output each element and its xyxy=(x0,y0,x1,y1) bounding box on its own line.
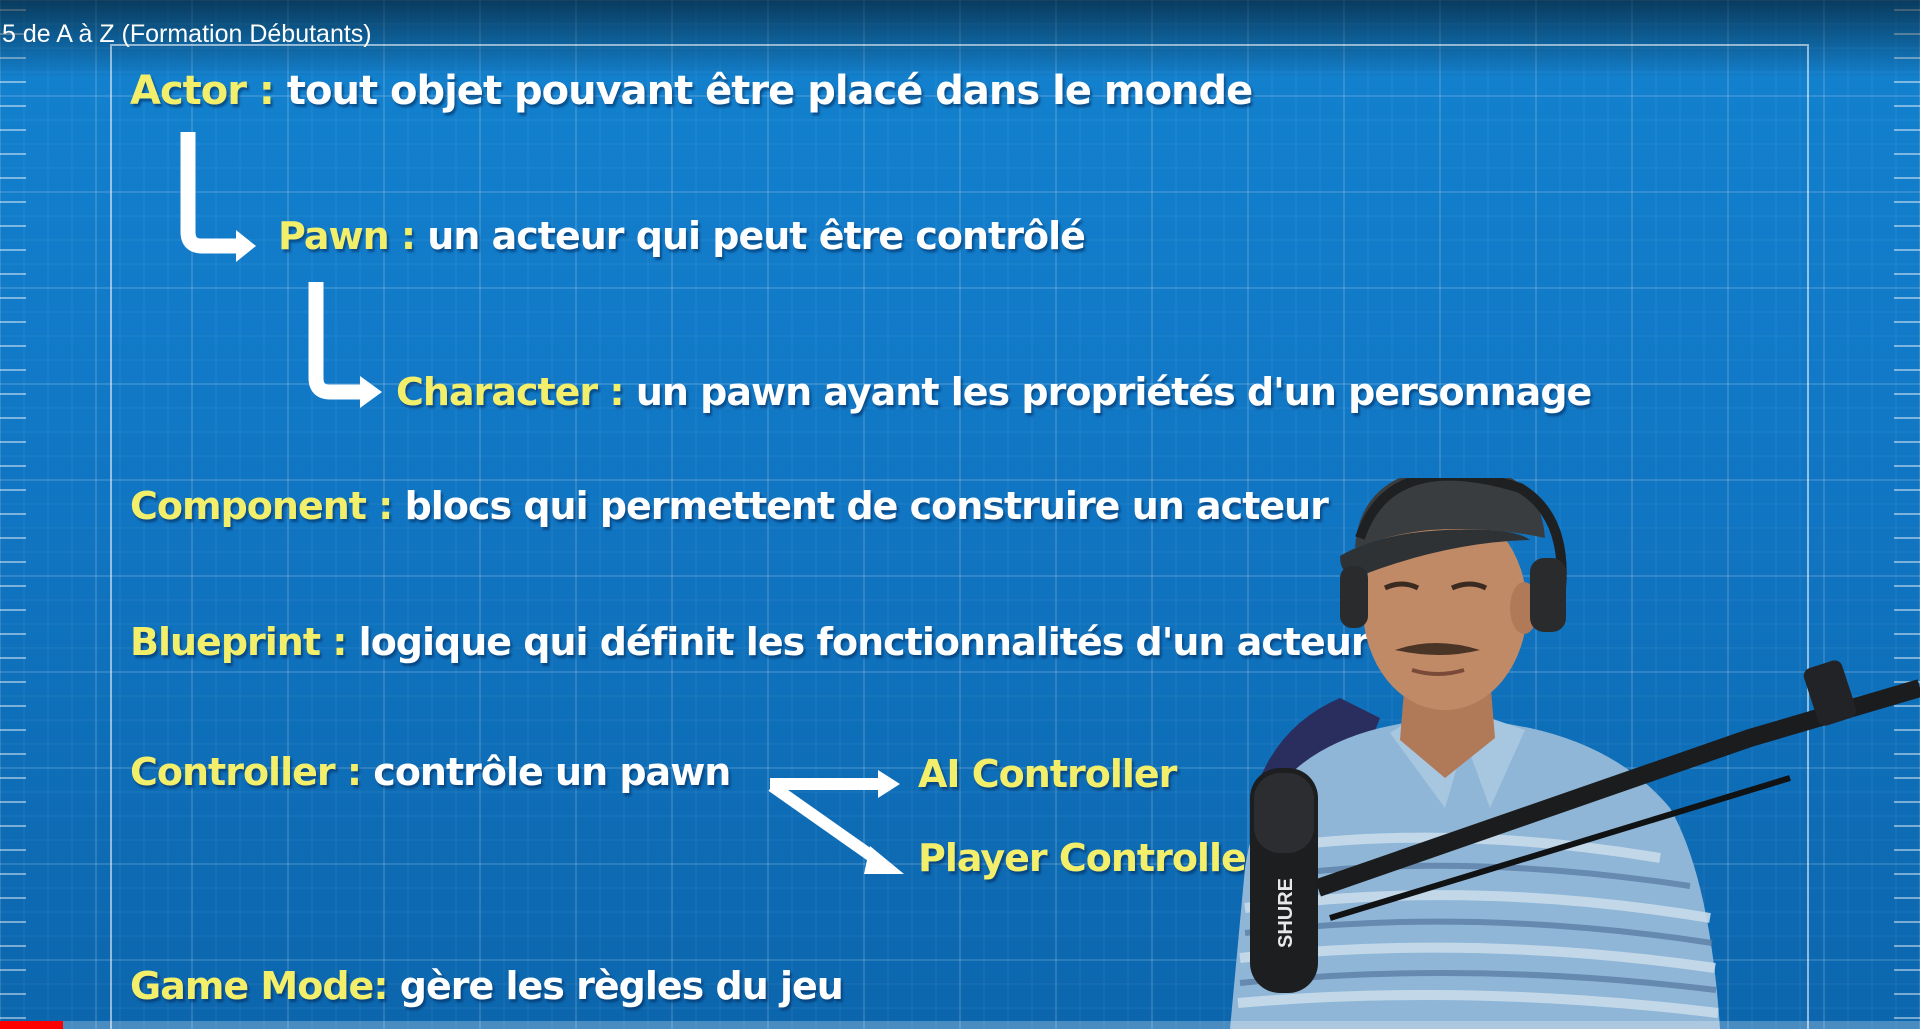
actor-line: Actor : tout objet pouvant être placé da… xyxy=(130,68,1253,114)
presenter-webcam: SHURE xyxy=(1230,478,1920,1029)
controller-line: Controller : contrôle un pawn xyxy=(130,750,731,794)
actor-definition: tout objet pouvant être placé dans le mo… xyxy=(286,68,1253,114)
controller-term: Controller : xyxy=(130,750,362,794)
game-mode-definition: gère les règles du jeu xyxy=(399,964,844,1008)
actor-term: Actor : xyxy=(130,68,275,114)
pawn-definition: un acteur qui peut être contrôlé xyxy=(427,214,1086,258)
character-term: Character : xyxy=(396,370,625,414)
component-term: Component : xyxy=(130,484,393,528)
progress-bar[interactable] xyxy=(0,1021,1920,1029)
game-mode-line: Game Mode: gère les règles du jeu xyxy=(130,964,844,1008)
controller-definition: contrôle un pawn xyxy=(373,750,731,794)
blueprint-line: Blueprint : logique qui définit les fonc… xyxy=(130,620,1370,664)
video-player[interactable]: 5 de A à Z (Formation Débutants) Actor :… xyxy=(0,0,1920,1029)
character-line: Character : un pawn ayant les propriétés… xyxy=(396,370,1592,414)
microphone-brand: SHURE xyxy=(1275,878,1297,948)
pawn-term: Pawn : xyxy=(278,214,416,258)
progress-fill xyxy=(0,1021,64,1029)
component-line: Component : blocs qui permettent de cons… xyxy=(130,484,1329,528)
character-definition: un pawn ayant les propriétés d'un person… xyxy=(635,370,1592,414)
pawn-line: Pawn : un acteur qui peut être contrôlé xyxy=(278,214,1086,258)
ai-controller-label: AI Controller xyxy=(918,752,1177,796)
game-mode-term: Game Mode: xyxy=(130,964,389,1008)
blueprint-term: Blueprint : xyxy=(130,620,347,664)
